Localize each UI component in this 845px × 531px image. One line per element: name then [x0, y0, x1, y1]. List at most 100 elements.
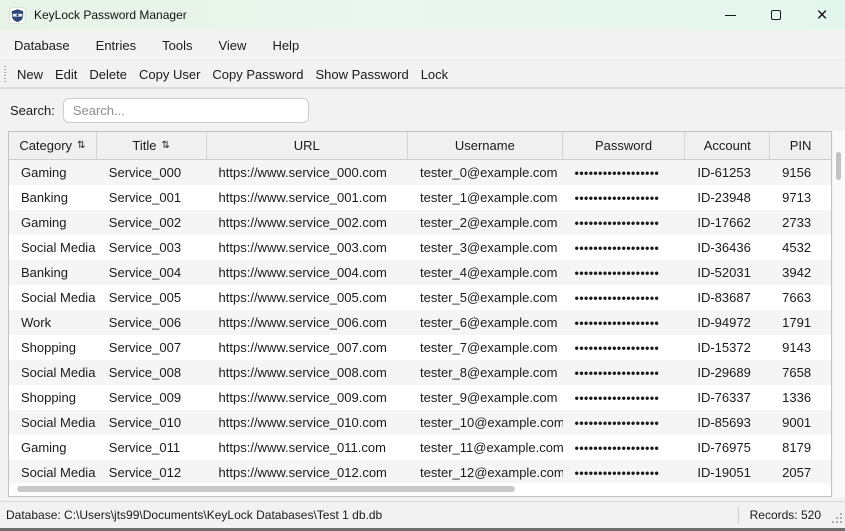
menu-entries[interactable]: Entries: [84, 32, 148, 59]
column-header-url[interactable]: URL: [207, 132, 409, 159]
cell-title: Service_005: [97, 290, 207, 305]
table-row[interactable]: Social MediaService_012https://www.servi…: [9, 460, 831, 485]
table-row[interactable]: GamingService_000https://www.service_000…: [9, 160, 831, 185]
cell-password: ••••••••••••••••••: [563, 166, 686, 180]
cell-title: Service_010: [97, 415, 207, 430]
toolbar-show-password-button[interactable]: Show Password: [309, 63, 414, 86]
table-row[interactable]: BankingService_004https://www.service_00…: [9, 260, 831, 285]
cell-username: tester_6@example.com: [408, 315, 563, 330]
cell-pin: 9001: [770, 415, 831, 430]
menu-database[interactable]: Database: [2, 32, 82, 59]
cell-url: https://www.service_012.com: [207, 465, 408, 480]
cell-title: Service_003: [97, 240, 207, 255]
cell-category: Social Media: [9, 365, 97, 380]
toolbar-lock-button[interactable]: Lock: [415, 63, 454, 86]
toolbar-copy-user-button[interactable]: Copy User: [133, 63, 206, 86]
cell-category: Shopping: [9, 390, 97, 405]
cell-category: Gaming: [9, 165, 97, 180]
cell-username: tester_10@example.com: [408, 415, 563, 430]
toolbar-delete-button[interactable]: Delete: [83, 63, 133, 86]
cell-username: tester_7@example.com: [408, 340, 563, 355]
table-row[interactable]: GamingService_011https://www.service_011…: [9, 435, 831, 460]
vertical-scrollbar-thumb[interactable]: [836, 152, 841, 180]
toolbar-gripper-icon[interactable]: [4, 66, 6, 83]
toolbar: NewEditDeleteCopy UserCopy PasswordShow …: [0, 60, 845, 89]
table-row[interactable]: GamingService_002https://www.service_002…: [9, 210, 831, 235]
cell-url: https://www.service_002.com: [207, 215, 408, 230]
status-right: Records: 520: [738, 502, 845, 528]
cell-title: Service_001: [97, 190, 207, 205]
cell-url: https://www.service_009.com: [207, 390, 408, 405]
column-header-title[interactable]: Title⇅: [97, 132, 207, 159]
cell-category: Banking: [9, 190, 97, 205]
table-body: GamingService_000https://www.service_000…: [9, 160, 831, 485]
cell-password: ••••••••••••••••••: [563, 391, 686, 405]
statusbar: Database: C:\Users\jts99\Documents\KeyLo…: [0, 501, 845, 528]
search-input[interactable]: [63, 98, 309, 123]
table-row[interactable]: Social MediaService_005https://www.servi…: [9, 285, 831, 310]
cell-category: Work: [9, 315, 97, 330]
cell-url: https://www.service_007.com: [207, 340, 408, 355]
table-header-row: Category⇅Title⇅URLUsernamePasswordAccoun…: [9, 132, 831, 160]
table-row[interactable]: Social MediaService_010https://www.servi…: [9, 410, 831, 435]
cell-pin: 9156: [770, 165, 831, 180]
toolbar-new-button[interactable]: New: [11, 63, 49, 86]
cell-pin: 7658: [770, 365, 831, 380]
column-header-account[interactable]: Account: [685, 132, 770, 159]
cell-account: ID-15372: [685, 340, 770, 355]
cell-pin: 9143: [770, 340, 831, 355]
cell-username: tester_11@example.com: [408, 440, 563, 455]
cell-pin: 4532: [770, 240, 831, 255]
table-row[interactable]: Social MediaService_003https://www.servi…: [9, 235, 831, 260]
table-row[interactable]: WorkService_006https://www.service_006.c…: [9, 310, 831, 335]
column-header-username[interactable]: Username: [408, 132, 563, 159]
table-row[interactable]: BankingService_001https://www.service_00…: [9, 185, 831, 210]
close-icon: ×: [816, 6, 827, 25]
toolbar-edit-button[interactable]: Edit: [49, 63, 83, 86]
column-header-password[interactable]: Password: [563, 132, 686, 159]
maximize-button[interactable]: [753, 0, 799, 30]
horizontal-scrollbar-thumb[interactable]: [17, 486, 515, 492]
table-row[interactable]: ShoppingService_007https://www.service_0…: [9, 335, 831, 360]
cell-pin: 8179: [770, 440, 831, 455]
cell-pin: 2057: [770, 465, 831, 480]
cell-password: ••••••••••••••••••: [563, 191, 686, 205]
cell-url: https://www.service_006.com: [207, 315, 408, 330]
cell-password: ••••••••••••••••••: [563, 416, 686, 430]
column-label: PIN: [790, 138, 812, 153]
column-header-pin[interactable]: PIN: [770, 132, 831, 159]
horizontal-scrollbar[interactable]: [10, 483, 830, 495]
cell-pin: 1791: [770, 315, 831, 330]
toolbar-copy-password-button[interactable]: Copy Password: [206, 63, 309, 86]
app-window: KeyLock Password Manager × DatabaseEntri…: [0, 0, 845, 531]
cell-account: ID-61253: [685, 165, 770, 180]
cell-password: ••••••••••••••••••: [563, 291, 686, 305]
menu-view[interactable]: View: [206, 32, 258, 59]
cell-url: https://www.service_001.com: [207, 190, 408, 205]
cell-pin: 3942: [770, 265, 831, 280]
search-row: Search:: [0, 89, 845, 131]
app-shield-icon: [9, 7, 26, 24]
cell-password: ••••••••••••••••••: [563, 316, 686, 330]
cell-password: ••••••••••••••••••: [563, 216, 686, 230]
minimize-button[interactable]: [707, 0, 753, 30]
cell-account: ID-94972: [685, 315, 770, 330]
cell-password: ••••••••••••••••••: [563, 441, 686, 455]
cell-pin: 7663: [770, 290, 831, 305]
close-button[interactable]: ×: [799, 0, 845, 30]
resize-grip-icon[interactable]: [831, 502, 845, 528]
column-label: Title: [132, 138, 156, 153]
cell-title: Service_006: [97, 315, 207, 330]
table-row[interactable]: Social MediaService_008https://www.servi…: [9, 360, 831, 385]
status-records-count: Records: 520: [739, 508, 831, 522]
menu-help[interactable]: Help: [260, 32, 311, 59]
cell-username: tester_8@example.com: [408, 365, 563, 380]
table-row[interactable]: ShoppingService_009https://www.service_0…: [9, 385, 831, 410]
menu-tools[interactable]: Tools: [150, 32, 204, 59]
cell-title: Service_007: [97, 340, 207, 355]
cell-category: Gaming: [9, 215, 97, 230]
window-title: KeyLock Password Manager: [34, 8, 187, 22]
column-header-category[interactable]: Category⇅: [9, 132, 97, 159]
maximize-icon: [771, 10, 781, 20]
vertical-scrollbar[interactable]: [833, 131, 845, 497]
